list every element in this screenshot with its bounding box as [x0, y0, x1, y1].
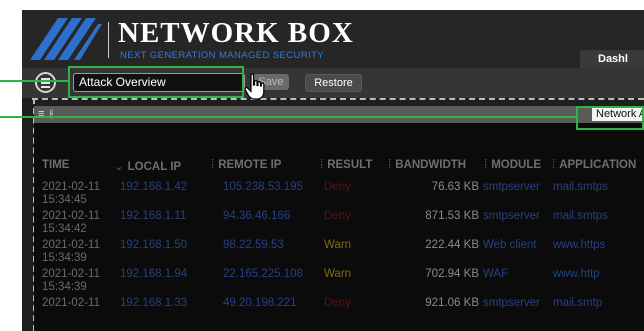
- brand-subtitle: NEXT GENERATION MANAGED SECURITY: [120, 50, 325, 61]
- row-result: Deny: [324, 181, 351, 193]
- callout-leader-view-name: [0, 80, 70, 82]
- row-local-ip[interactable]: 192.168.1.94: [120, 268, 187, 281]
- app-window: NETWORK BOX NEXT GENERATION MANAGED SECU…: [22, 10, 644, 331]
- row-module[interactable]: smtpserver: [483, 297, 540, 310]
- row-local-ip[interactable]: 192.168.1.50: [120, 239, 187, 252]
- restore-button[interactable]: Restore: [305, 74, 362, 92]
- callout-leader-network-activity: [0, 116, 578, 118]
- row-time: 15:34:39: [42, 281, 87, 293]
- brand-title: NETWORK BOX: [118, 17, 354, 49]
- brand-header: NETWORK BOX NEXT GENERATION MANAGED SECU…: [22, 10, 644, 68]
- row-time: 15:34:39: [42, 252, 87, 264]
- row-date: 2021-02-11: [42, 239, 100, 251]
- col-header-application[interactable]: ⁞ APPLICATION: [552, 159, 636, 171]
- logo-divider: [108, 22, 109, 58]
- row-remote-ip[interactable]: 98.22.59.53: [223, 239, 284, 252]
- tab-dashboard[interactable]: Dashl: [580, 50, 644, 68]
- row-date: 2021-02-11: [42, 268, 100, 280]
- hamburger-menu-icon[interactable]: [35, 72, 56, 93]
- callout-highlight-view-name: [68, 66, 244, 98]
- hand-cursor-icon: [244, 73, 265, 100]
- row-module[interactable]: WAF: [483, 268, 508, 281]
- col-header-remote-ip[interactable]: ⁞ REMOTE IP: [211, 159, 281, 171]
- row-application[interactable]: mail.smtps: [553, 210, 608, 223]
- row-module[interactable]: smtpserver: [483, 181, 540, 194]
- row-bandwidth: 76.63 KB: [431, 181, 479, 193]
- row-remote-ip[interactable]: 105.238.53.195: [223, 181, 303, 194]
- col-header-bandwidth[interactable]: ⁞ BANDWIDTH: [388, 159, 466, 171]
- row-local-ip[interactable]: 192.168.1.11: [120, 210, 186, 223]
- row-module[interactable]: Web client: [483, 239, 536, 252]
- col-header-local-ip[interactable]: ⌄ LOCAL IP: [114, 159, 181, 173]
- callout-highlight-network-activity: [576, 106, 644, 130]
- row-application[interactable]: www.http: [553, 268, 600, 281]
- filter-settings-icon[interactable]: ≡ ⫲: [38, 108, 54, 121]
- row-local-ip[interactable]: 192.168.1.42: [120, 181, 187, 194]
- row-result: Warn: [324, 239, 352, 251]
- row-result: Warn: [324, 268, 352, 280]
- row-date: 2021-02-11: [42, 181, 100, 193]
- row-application[interactable]: mail.smtps: [553, 181, 608, 194]
- row-bandwidth: 702.94 KB: [425, 268, 479, 280]
- row-application[interactable]: mail.smtp: [553, 297, 602, 310]
- activity-table: TIME ⌄ LOCAL IP ⁞ REMOTE IP ⁞ RESULT ⁞ BANDW…: [34, 123, 644, 331]
- row-date: 2021-02-11: [42, 210, 100, 222]
- col-header-result[interactable]: ⁞ RESULT: [320, 159, 372, 171]
- row-application[interactable]: www.https: [553, 239, 605, 252]
- row-remote-ip[interactable]: 49.20.198.221: [223, 297, 297, 310]
- dashed-selection-border-top: [32, 98, 644, 100]
- row-date: 2021-02-11: [42, 297, 100, 309]
- col-header-time[interactable]: TIME: [42, 159, 69, 171]
- row-local-ip[interactable]: 192.168.1.33: [120, 297, 187, 310]
- widget-filter-bar: ≡ ⫲ Network Ac: [34, 106, 644, 123]
- col-header-module[interactable]: ⁞ MODULE: [484, 159, 541, 171]
- row-bandwidth: 871.53 KB: [425, 210, 479, 222]
- network-box-logo-icon: [30, 18, 102, 60]
- row-bandwidth: 921.06 KB: [425, 297, 479, 309]
- row-bandwidth: 222.44 KB: [425, 239, 479, 251]
- row-module[interactable]: smtpserver: [483, 210, 540, 223]
- row-result: Deny: [324, 210, 351, 222]
- row-remote-ip[interactable]: 22.165.225.108: [223, 268, 303, 281]
- row-time: 15:34:45: [42, 194, 87, 206]
- row-result: Deny: [324, 297, 351, 309]
- row-remote-ip[interactable]: 94.36.46.166: [223, 210, 290, 223]
- row-time: 15:34:42: [42, 223, 87, 235]
